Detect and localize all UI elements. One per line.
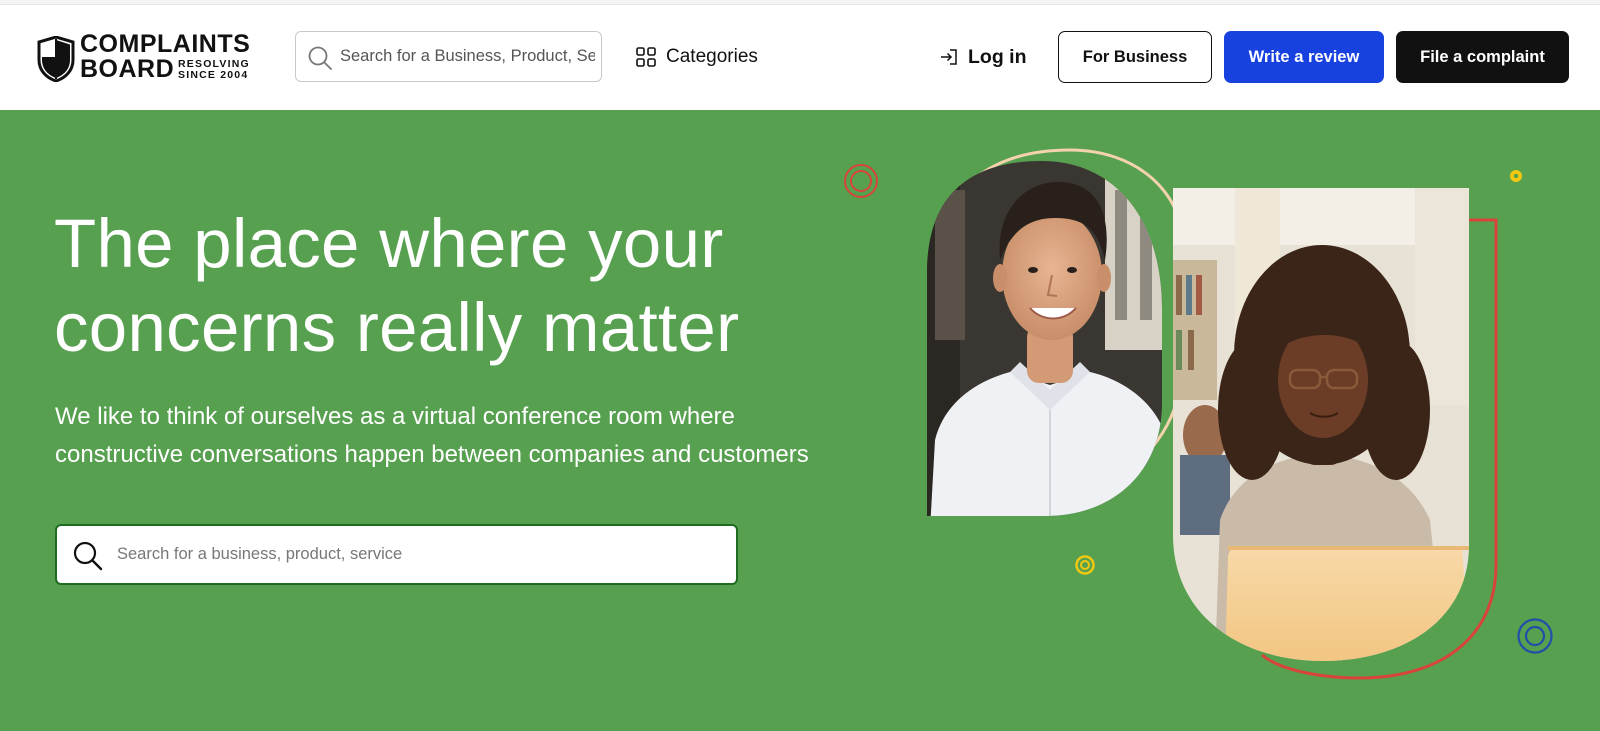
logo[interactable]: COMPLAINTS BOARD RESOLVING SINCE 2004 [37, 30, 263, 84]
yellow-ring-decoration [1075, 555, 1095, 575]
site-header: COMPLAINTS BOARD RESOLVING SINCE 2004 Ca… [0, 5, 1600, 110]
header-search-box[interactable] [295, 31, 602, 82]
grid-icon [636, 47, 656, 67]
smiling-man-photo [927, 161, 1162, 516]
login-link[interactable]: Log in [939, 42, 1026, 72]
header-search-input[interactable] [340, 32, 595, 81]
write-review-button[interactable]: Write a review [1224, 31, 1384, 83]
red-ring-decoration [844, 164, 878, 198]
categories-label: Categories [666, 46, 758, 67]
for-business-button[interactable]: For Business [1058, 31, 1212, 83]
search-icon [308, 46, 332, 70]
logo-tagline2: SINCE 2004 [178, 69, 249, 81]
categories-menu[interactable]: Categories [636, 43, 758, 71]
shield-logo-icon [37, 36, 75, 82]
hero-section: The place where your concerns really mat… [0, 110, 1600, 731]
woman-with-laptop-photo [1173, 188, 1469, 661]
hero-illustration [844, 148, 1553, 680]
logo-text-line2: BOARD [80, 55, 175, 83]
logo-text-line1: COMPLAINTS [80, 30, 251, 58]
login-arrow-icon [941, 49, 957, 65]
blue-ring-decoration [1517, 618, 1553, 654]
yellow-dot-decoration [1510, 170, 1522, 182]
file-complaint-button[interactable]: File a complaint [1396, 31, 1569, 83]
login-label: Log in [968, 45, 1027, 68]
